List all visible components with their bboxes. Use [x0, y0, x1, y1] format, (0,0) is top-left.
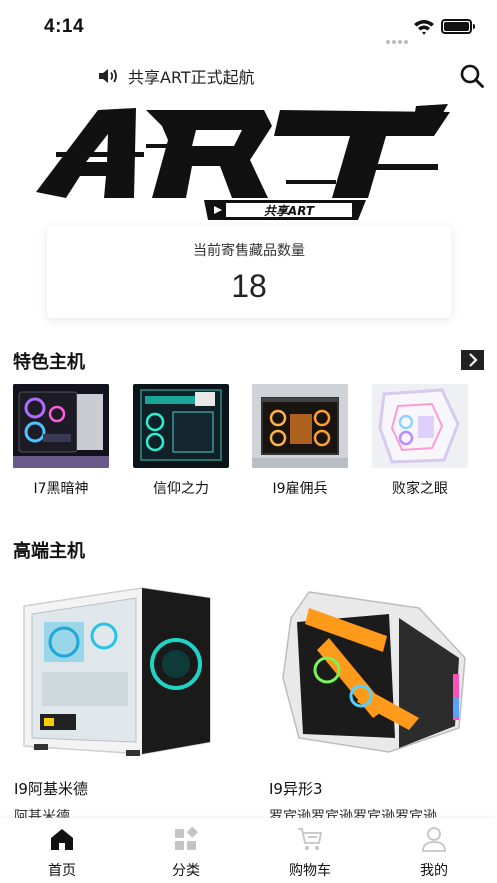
speaker-icon: [99, 69, 117, 83]
pc-image: [13, 384, 109, 468]
featured-item-label: 信仰之力: [153, 481, 209, 497]
profile-icon: [422, 827, 446, 852]
tab-cart[interactable]: 购物车: [260, 818, 360, 883]
featured-item[interactable]: I7黑暗神: [13, 384, 109, 498]
pc-image: [252, 384, 348, 468]
high-end-section-title: 高端主机: [13, 541, 85, 562]
featured-section-title: 特色主机: [13, 352, 85, 373]
status-bar: 4:14: [0, 0, 497, 52]
tab-home[interactable]: 首页: [12, 818, 112, 883]
notice-bar[interactable]: 共享ART正式起航: [98, 62, 255, 90]
featured-item[interactable]: 信仰之力: [133, 384, 229, 498]
tab-label: 购物车: [289, 863, 331, 879]
status-time: 4:14: [44, 16, 85, 37]
featured-item-label: 败家之眼: [392, 481, 448, 497]
featured-item[interactable]: 败家之眼: [372, 384, 468, 498]
product-card[interactable]: I9异形3 罗宾逊罗宾逊罗宾逊罗宾逊: [269, 578, 479, 825]
product-name: I9阿基米德: [14, 780, 88, 798]
tab-profile[interactable]: 我的: [384, 818, 484, 883]
pc-image: [133, 384, 229, 468]
battery-icon: [441, 19, 475, 34]
home-icon: [51, 829, 73, 850]
pc-image: [372, 384, 468, 468]
product-name: I9异形3: [269, 780, 323, 798]
tab-bar: 首页 分类 购物车 我的: [0, 818, 497, 883]
wifi-icon: [414, 20, 434, 35]
search-icon[interactable]: [459, 63, 485, 89]
stats-label: 当前寄售藏品数量: [193, 243, 305, 259]
art-logo: 共享ART: [36, 104, 450, 220]
more-button[interactable]: [461, 350, 484, 370]
pc-image: [14, 578, 224, 758]
featured-item-label: I7黑暗神: [33, 481, 89, 497]
featured-item-label: I9雇佣兵: [272, 481, 328, 497]
cart-icon: [298, 828, 323, 850]
product-card[interactable]: I9阿基米德 阿基米德: [14, 578, 224, 825]
tab-label: 我的: [420, 863, 448, 879]
logo-subtitle: 共享ART: [264, 204, 315, 218]
notice-text: 共享ART正式起航: [128, 68, 255, 87]
chevron-right-icon: [468, 353, 478, 367]
pc-image: [269, 578, 479, 758]
tab-category[interactable]: 分类: [136, 818, 236, 883]
category-icon: [175, 826, 198, 850]
featured-list: I7黑暗神 信仰之力 I9雇佣兵 败家之眼: [13, 384, 483, 498]
stats-value: 18: [231, 268, 267, 304]
featured-item[interactable]: I9雇佣兵: [252, 384, 348, 498]
stats-card: 当前寄售藏品数量 18: [47, 226, 451, 318]
signal-icon: [386, 29, 410, 48]
tab-label: 首页: [48, 863, 76, 879]
tab-label: 分类: [172, 863, 200, 879]
